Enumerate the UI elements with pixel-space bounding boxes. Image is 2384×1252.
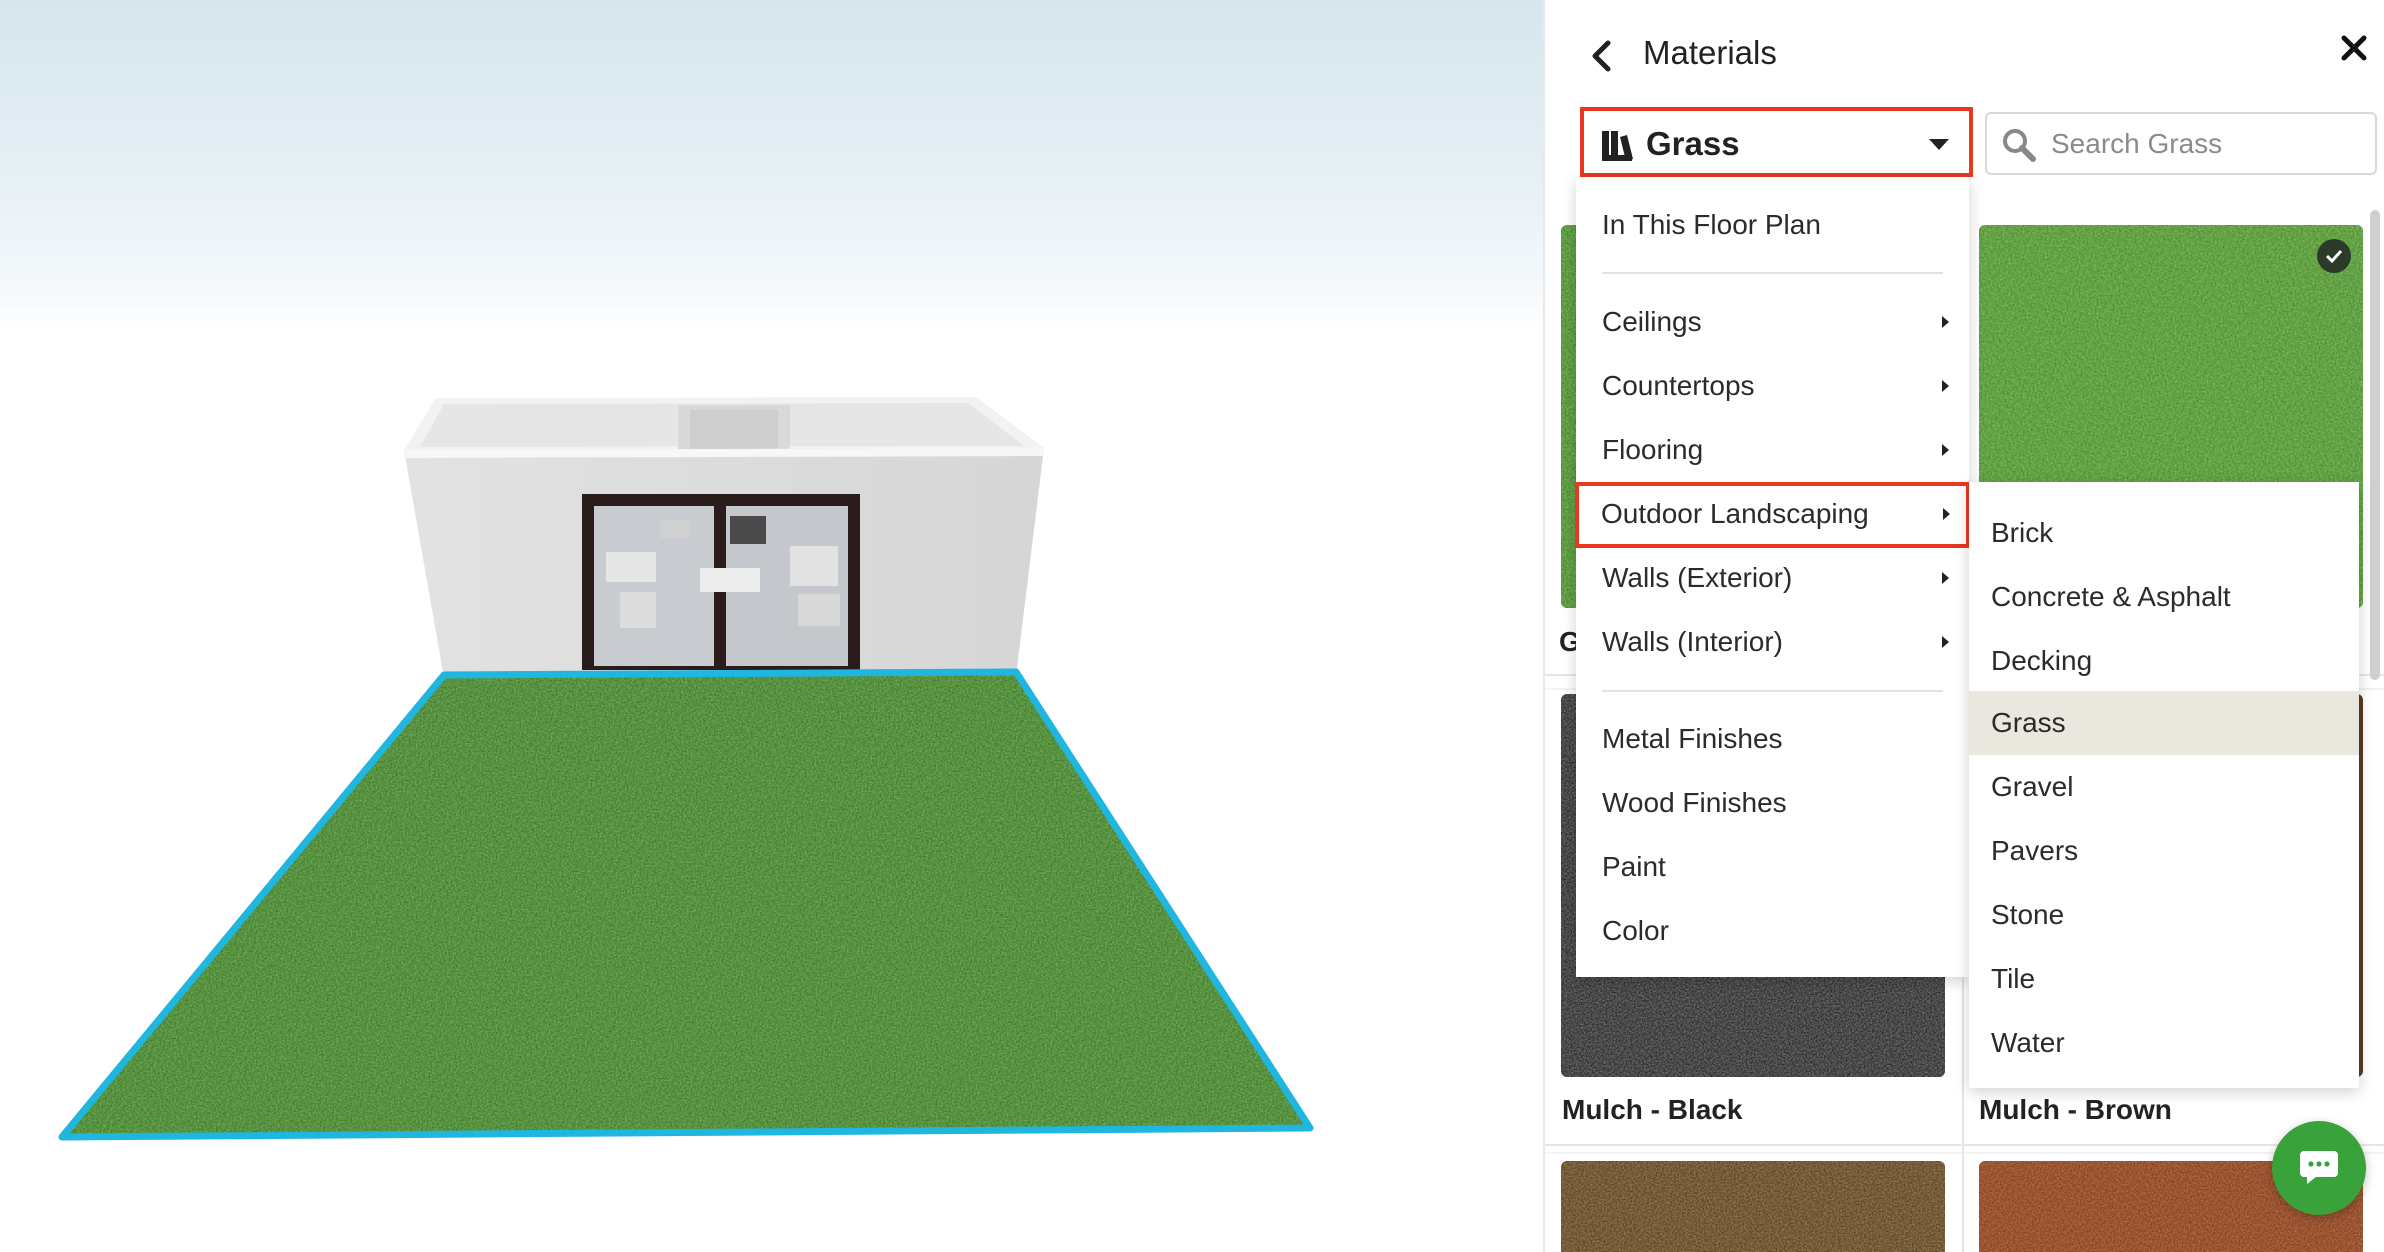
back-button[interactable]: [1581, 36, 1621, 76]
caret-right-icon: [1943, 508, 1950, 520]
material-tile-label: Mulch - Black: [1562, 1094, 1743, 1125]
caret-right-icon: [1942, 444, 1949, 456]
search-field[interactable]: [1985, 112, 2377, 175]
menu-item-label: Walls (Exterior): [1602, 562, 1793, 593]
submenu-item-concrete-asphalt[interactable]: Concrete & Asphalt: [1969, 565, 2359, 629]
scrollbar[interactable]: [2370, 210, 2380, 680]
house-model[interactable]: [404, 397, 1044, 678]
submenu-item-grass[interactable]: Grass: [1969, 691, 2359, 755]
3d-viewport[interactable]: [0, 0, 1543, 1252]
menu-divider: [1602, 272, 1943, 274]
close-icon: [2341, 35, 2367, 61]
search-input[interactable]: [2051, 122, 2361, 166]
material-tile-label: Mulch - Brown: [1979, 1094, 2172, 1125]
caret-right-icon: [1942, 380, 1949, 392]
menu-divider: [1602, 690, 1943, 692]
submenu-item-tile[interactable]: Tile: [1969, 947, 2359, 1011]
menu-item-label: Countertops: [1602, 370, 1755, 401]
menu-item-walls-exterior[interactable]: Walls (Exterior): [1576, 546, 1969, 610]
submenu-item-pavers[interactable]: Pavers: [1969, 819, 2359, 883]
panel-title: Materials: [1643, 34, 1777, 71]
menu-item-label: Flooring: [1602, 434, 1704, 465]
lawn-surface[interactable]: [40, 650, 1340, 1150]
submenu-item-gravel[interactable]: Gravel: [1969, 755, 2359, 819]
chat-bubble-icon: [2300, 1151, 2338, 1184]
menu-item-walls-interior[interactable]: Walls (Interior): [1576, 610, 1969, 674]
category-dropdown-menu: In This Floor Plan Ceilings Countertops …: [1575, 177, 1970, 977]
chevron-left-icon: [1592, 40, 1611, 72]
menu-item-label: Ceilings: [1602, 306, 1702, 337]
panel-header: Materials Grass: [1545, 0, 2384, 177]
menu-item-label: Outdoor Landscaping: [1601, 498, 1869, 529]
submenu-item-decking[interactable]: Decking: [1969, 629, 2359, 693]
caret-down-icon: [1929, 139, 1949, 150]
menu-item-ceilings[interactable]: Ceilings: [1576, 290, 1969, 354]
material-tile-mulch-dark-brown[interactable]: [1561, 1161, 1945, 1252]
menu-item-outdoor-landscaping[interactable]: Outdoor Landscaping: [1575, 482, 1970, 548]
chat-button[interactable]: [2272, 1121, 2366, 1215]
caret-right-icon: [1942, 636, 1949, 648]
menu-item-paint[interactable]: Paint: [1576, 835, 1969, 899]
caret-right-icon: [1942, 572, 1949, 584]
grid-divider: [1545, 1144, 2384, 1146]
checkmark-icon: [2317, 239, 2351, 273]
submenu-item-water[interactable]: Water: [1969, 1011, 2359, 1075]
menu-item-label: Walls (Interior): [1602, 626, 1783, 657]
menu-item-countertops[interactable]: Countertops: [1576, 354, 1969, 418]
caret-right-icon: [1942, 316, 1949, 328]
submenu-item-brick[interactable]: Brick: [1969, 501, 2359, 565]
3d-scene[interactable]: [0, 0, 1543, 1252]
menu-item-color[interactable]: Color: [1576, 899, 1969, 963]
menu-item-wood-finishes[interactable]: Wood Finishes: [1576, 771, 1969, 835]
outdoor-landscaping-submenu: Brick Concrete & Asphalt Decking Grass G…: [1969, 482, 2359, 1088]
menu-item-in-this-floor-plan[interactable]: In This Floor Plan: [1576, 193, 1969, 257]
submenu-item-stone[interactable]: Stone: [1969, 883, 2359, 947]
book-icon: [1600, 129, 1634, 168]
menu-item-metal-finishes[interactable]: Metal Finishes: [1576, 707, 1969, 771]
category-select[interactable]: Grass: [1580, 107, 1973, 177]
category-select-value: Grass: [1646, 125, 1740, 162]
search-icon: [2001, 127, 2037, 168]
menu-item-flooring[interactable]: Flooring: [1576, 418, 1969, 482]
close-button[interactable]: [2336, 30, 2372, 66]
